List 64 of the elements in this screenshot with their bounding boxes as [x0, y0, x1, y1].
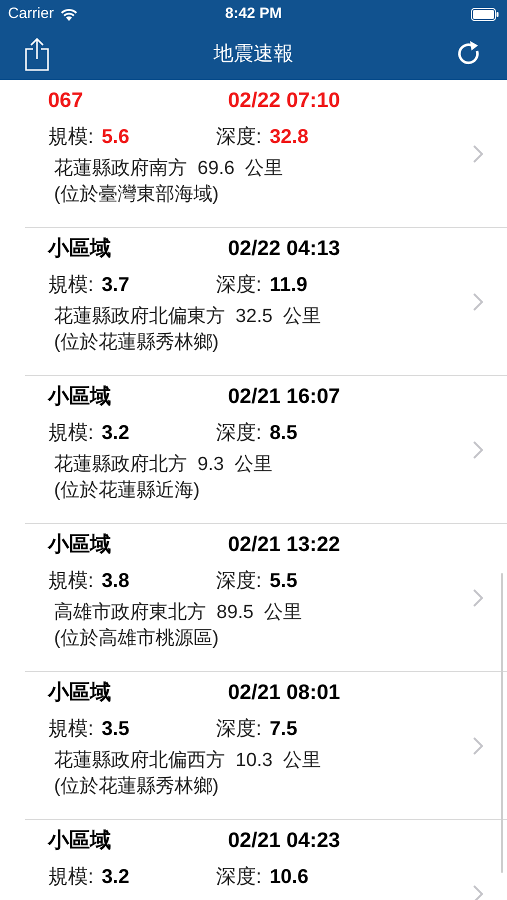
- quake-label: 小區域: [48, 680, 112, 706]
- magnitude-label: 規模:: [48, 865, 94, 890]
- quake-row[interactable]: 067 02/22 07:10 規模: 5.6 深度: 32.8 花蓮縣政府南方 69.6 公里 (位於臺灣東部海域): [0, 80, 507, 228]
- magnitude-label: 規模:: [48, 717, 94, 742]
- quake-time: 02/22 04:13: [228, 236, 340, 262]
- magnitude-value: 3.2: [102, 421, 130, 446]
- battery-icon: [470, 8, 499, 20]
- depth-label: 深度:: [216, 273, 262, 298]
- quake-time: 02/21 16:07: [228, 384, 340, 410]
- magnitude-label: 規模:: [48, 273, 94, 298]
- depth-label: 深度:: [216, 569, 262, 594]
- quake-row[interactable]: 小區域 02/21 04:23 規模: 3.2 深度: 10.6: [0, 820, 507, 900]
- area-text: (位於花蓮縣秀林鄉): [54, 775, 220, 799]
- quake-row[interactable]: 小區域 02/21 16:07 規模: 3.2 深度: 8.5 花蓮縣政府北方 9.3 公里 (位於花蓮縣近海): [0, 376, 507, 524]
- quake-label: 小區域: [48, 236, 112, 262]
- chevron-icon: [473, 145, 483, 163]
- quake-time: 02/21 13:22: [228, 532, 340, 558]
- magnitude-label: 規模:: [48, 569, 94, 594]
- nav-title: 地震速報: [214, 42, 294, 67]
- quake-label: 小區域: [48, 384, 112, 410]
- chevron-icon: [473, 293, 483, 311]
- clock-text: 8:42 PM: [225, 4, 282, 24]
- quake-time: 02/21 08:01: [228, 680, 340, 706]
- wifi-icon: [60, 8, 78, 20]
- depth-value: 11.9: [270, 273, 308, 298]
- depth-label: 深度:: [216, 421, 262, 446]
- quake-row[interactable]: 小區域 02/21 13:22 規模: 3.8 深度: 5.5 高雄市政府東北方 89.5 公里 (位於高雄市桃源區): [0, 524, 507, 672]
- area-text: (位於花蓮縣秀林鄉): [54, 331, 220, 355]
- depth-value: 32.8: [270, 125, 308, 150]
- chevron-icon: [473, 737, 483, 755]
- quake-label: 小區域: [48, 828, 112, 854]
- magnitude-value: 3.5: [102, 717, 130, 742]
- location-text: 花蓮縣政府北方 9.3 公里: [54, 453, 274, 477]
- area-text: (位於高雄市桃源區): [54, 627, 220, 651]
- chevron-icon: [473, 885, 483, 900]
- magnitude-value: 5.6: [102, 125, 130, 150]
- quake-label: 067: [48, 88, 84, 114]
- depth-label: 深度:: [216, 125, 262, 150]
- quake-label: 小區域: [48, 532, 112, 558]
- location-text: 花蓮縣政府南方 69.6 公里: [54, 157, 284, 181]
- magnitude-value: 3.7: [102, 273, 130, 298]
- location-text: 花蓮縣政府北偏西方 10.3 公里: [54, 749, 322, 773]
- chevron-icon: [473, 441, 483, 459]
- quake-time: 02/22 07:10: [228, 88, 340, 114]
- magnitude-label: 規模:: [48, 421, 94, 446]
- chevron-icon: [473, 589, 483, 607]
- depth-value: 8.5: [270, 421, 298, 446]
- quake-row[interactable]: 小區域 02/22 04:13 規模: 3.7 深度: 11.9 花蓮縣政府北偏東方 32.5 公里 (位於花蓮縣秀林鄉): [0, 228, 507, 376]
- area-text: (位於花蓮縣近海): [54, 479, 201, 503]
- magnitude-value: 3.8: [102, 569, 130, 594]
- depth-value: 5.5: [270, 569, 298, 594]
- quake-row[interactable]: 小區域 02/21 08:01 規模: 3.5 深度: 7.5 花蓮縣政府北偏西方 10.3 公里 (位於花蓮縣秀林鄉): [0, 672, 507, 820]
- depth-label: 深度:: [216, 717, 262, 742]
- depth-value: 10.6: [270, 865, 308, 890]
- share-icon[interactable]: [24, 37, 50, 71]
- depth-label: 深度:: [216, 865, 262, 890]
- location-text: 花蓮縣政府北偏東方 32.5 公里: [54, 305, 322, 329]
- depth-value: 7.5: [270, 717, 298, 742]
- quake-time: 02/21 04:23: [228, 828, 340, 854]
- magnitude-value: 3.2: [102, 865, 130, 890]
- carrier-text: Carrier: [8, 4, 54, 24]
- location-text: 高雄市政府東北方 89.5 公里: [54, 601, 304, 625]
- magnitude-label: 規模:: [48, 125, 94, 150]
- area-text: (位於臺灣東部海域): [54, 183, 220, 207]
